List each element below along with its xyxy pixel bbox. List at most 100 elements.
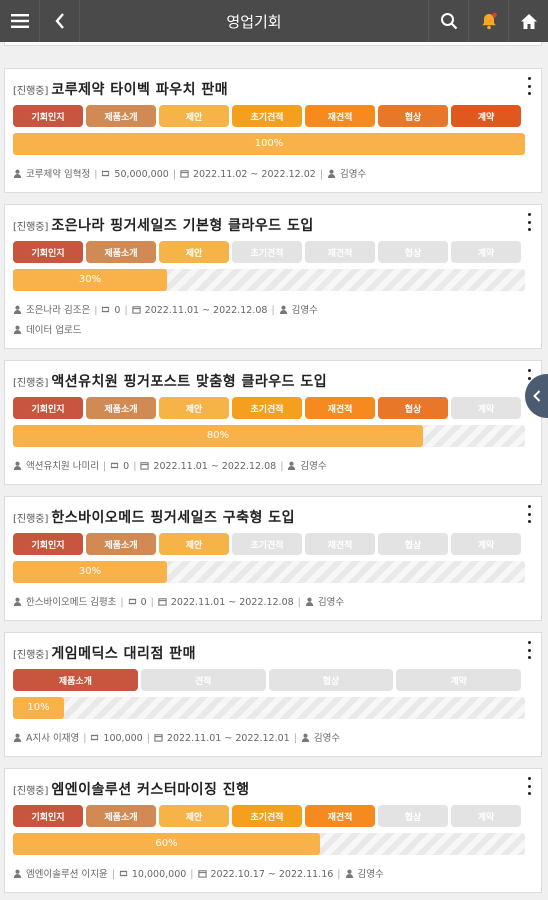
deal-owner: 김영수 (357, 869, 384, 880)
deal-amount: 0 (123, 461, 130, 472)
progress-bar: 60% (13, 833, 525, 855)
stage-step[interactable]: 계약 (451, 105, 521, 127)
opportunity-card[interactable]: [진행중] 엠엔이솔루션 커스터마이징 진행기회인지 제품소개 제안 초기견적 재견적 협상… (4, 768, 542, 893)
stage-step[interactable]: 제안 (159, 241, 229, 263)
stage-step[interactable]: 기회인지 (13, 105, 83, 127)
stage-step[interactable]: 계약 (396, 669, 521, 691)
stage-step[interactable]: 제안 (159, 397, 229, 419)
stage-pipeline: 제품소개 견적 협상 계약 (13, 669, 521, 691)
status-badge: [진행중] (13, 222, 49, 233)
stage-step[interactable]: 기회인지 (13, 241, 83, 263)
opportunity-card[interactable]: [진행중] 조은나라 핑거세일즈 기본형 클라우드 도입기회인지 제품소개 제안 초기견… (4, 204, 542, 349)
more-options-icon[interactable] (525, 641, 533, 659)
stage-pipeline: 기회인지 제품소개 제안 초기견적 재견적 협상 계약 (13, 533, 521, 555)
previous-card-edge (4, 42, 542, 46)
menu-icon[interactable] (0, 0, 40, 42)
search-icon[interactable] (428, 0, 468, 42)
stage-step[interactable]: 초기견적 (232, 105, 302, 127)
card-title[interactable]: 조은나라 핑거세일즈 기본형 클라우드 도입 (51, 215, 313, 235)
stage-step[interactable]: 협상 (378, 105, 448, 127)
more-options-icon[interactable] (525, 505, 533, 523)
status-badge: [진행중] (13, 378, 49, 389)
progress-label: 30% (78, 274, 102, 285)
more-options-icon[interactable] (525, 777, 533, 795)
stage-step[interactable]: 제품소개 (86, 105, 156, 127)
card-title[interactable]: 한스바이오메드 핑거세일즈 구축형 도입 (51, 507, 295, 527)
status-badge: [진행중] (13, 86, 49, 97)
card-title[interactable]: 코루제약 타이벡 파우치 판매 (51, 79, 228, 99)
stage-step[interactable]: 협상 (378, 533, 448, 555)
stage-step[interactable]: 계약 (451, 805, 521, 827)
stage-step[interactable]: 협상 (378, 241, 448, 263)
extra-info[interactable]: 데이터 업로드 (26, 325, 81, 336)
stage-step[interactable]: 견적 (140, 669, 266, 691)
stage-step[interactable]: 제품소개 (86, 397, 156, 419)
deal-period: 2022.11.01 ~ 2022.12.08 (144, 305, 268, 316)
deal-owner: 김영수 (300, 461, 327, 472)
stage-step[interactable]: 기회인지 (13, 397, 83, 419)
stage-step[interactable]: 재견적 (305, 241, 375, 263)
progress-bar: 30% (13, 561, 525, 583)
stage-step[interactable]: 재견적 (305, 397, 375, 419)
card-header: [진행중] 코루제약 타이벡 파우치 판매 (13, 79, 511, 99)
stage-step[interactable]: 초기견적 (232, 533, 302, 555)
stage-step[interactable]: 협상 (378, 805, 448, 827)
stage-step[interactable]: 기회인지 (13, 533, 83, 555)
opportunity-card[interactable]: [진행중] 액션유치원 핑거포스트 맞춤형 클라우드 도입기회인지 제품소개 제안 초기… (4, 360, 542, 485)
stage-step[interactable]: 초기견적 (232, 397, 302, 419)
stage-step[interactable]: 협상 (268, 669, 394, 691)
status-badge: [진행중] (13, 650, 49, 661)
stage-step[interactable]: 초기견적 (232, 805, 302, 827)
more-options-icon[interactable] (525, 213, 533, 231)
deal-period: 2022.11.02 ~ 2022.12.02 (193, 169, 316, 180)
card-title[interactable]: 엠엔이솔루션 커스터마이징 진행 (51, 779, 249, 799)
stage-step[interactable]: 재견적 (305, 533, 375, 555)
card-header: [진행중] 게임메딕스 대리점 판매 (13, 643, 511, 663)
progress-bar: 30% (13, 269, 525, 291)
home-icon[interactable] (508, 0, 548, 42)
card-meta: 코루제약 임혁정 | 50,000,000 | 2022.11.02 ~ 2022.12… (13, 165, 531, 185)
customer-contact: A지사 이재영 (26, 733, 80, 744)
card-header: [진행중] 액션유치원 핑거포스트 맞춤형 클라우드 도입 (13, 371, 511, 391)
opportunity-card[interactable]: [진행중] 한스바이오메드 핑거세일즈 구축형 도입기회인지 제품소개 제안 초기견적 재… (4, 496, 542, 621)
progress-bar: 80% (13, 425, 525, 447)
stage-step[interactable]: 계약 (451, 397, 521, 419)
progress-label: 10% (27, 702, 50, 713)
deal-owner: 김영수 (313, 733, 341, 744)
opportunity-card[interactable]: [진행중] 게임메딕스 대리점 판매 제품소개 견적 협상 계약 10% A지사 이재영 | 10… (4, 632, 542, 757)
top-bar: 영업기회 (0, 0, 548, 42)
stage-step[interactable]: 협상 (378, 397, 448, 419)
card-header: [진행중] 한스바이오메드 핑거세일즈 구축형 도입 (13, 507, 511, 527)
card-title[interactable]: 액션유치원 핑거포스트 맞춤형 클라우드 도입 (51, 371, 327, 391)
status-badge: [진행중] (13, 786, 49, 797)
deal-period: 2022.11.01 ~ 2022.12.08 (153, 461, 277, 472)
stage-step[interactable]: 제안 (159, 533, 229, 555)
back-icon[interactable] (40, 0, 80, 42)
stage-step[interactable]: 제품소개 (13, 669, 138, 691)
stage-step[interactable]: 기회인지 (13, 805, 83, 827)
card-title[interactable]: 게임메딕스 대리점 판매 (51, 643, 196, 663)
stage-step[interactable]: 재견적 (305, 105, 375, 127)
more-options-icon[interactable] (525, 77, 533, 95)
stage-step[interactable]: 제품소개 (86, 805, 156, 827)
card-header: [진행중] 엠엔이솔루션 커스터마이징 진행 (13, 779, 511, 799)
stage-step[interactable]: 계약 (451, 533, 521, 555)
customer-contact: 코루제약 임혁정 (26, 169, 91, 180)
stage-step[interactable]: 제품소개 (86, 533, 156, 555)
deal-amount: 0 (140, 597, 147, 608)
stage-step[interactable]: 제안 (159, 805, 229, 827)
progress-label: 60% (155, 838, 178, 849)
stage-step[interactable]: 초기견적 (232, 241, 302, 263)
opportunity-card[interactable]: [진행중] 코루제약 타이벡 파우치 판매기회인지 제품소개 제안 초기견적 재견적 협상 계… (4, 68, 542, 193)
stage-step[interactable]: 재견적 (305, 805, 375, 827)
stage-pipeline: 기회인지 제품소개 제안 초기견적 재견적 협상 계약 (13, 105, 521, 127)
stage-step[interactable]: 제안 (159, 105, 229, 127)
card-meta: 엠엔이솔루션 이지윤 | 10,000,000 | 2022.10.17 ~ 2022.… (13, 865, 531, 885)
deal-owner: 김영수 (340, 169, 367, 180)
bell-icon[interactable] (468, 0, 508, 42)
stage-step[interactable]: 계약 (451, 241, 521, 263)
stage-step[interactable]: 제품소개 (86, 241, 156, 263)
progress-label: 80% (206, 430, 230, 441)
deal-period: 2022.11.01 ~ 2022.12.08 (170, 597, 294, 608)
deal-period: 2022.10.17 ~ 2022.11.16 (210, 869, 334, 880)
